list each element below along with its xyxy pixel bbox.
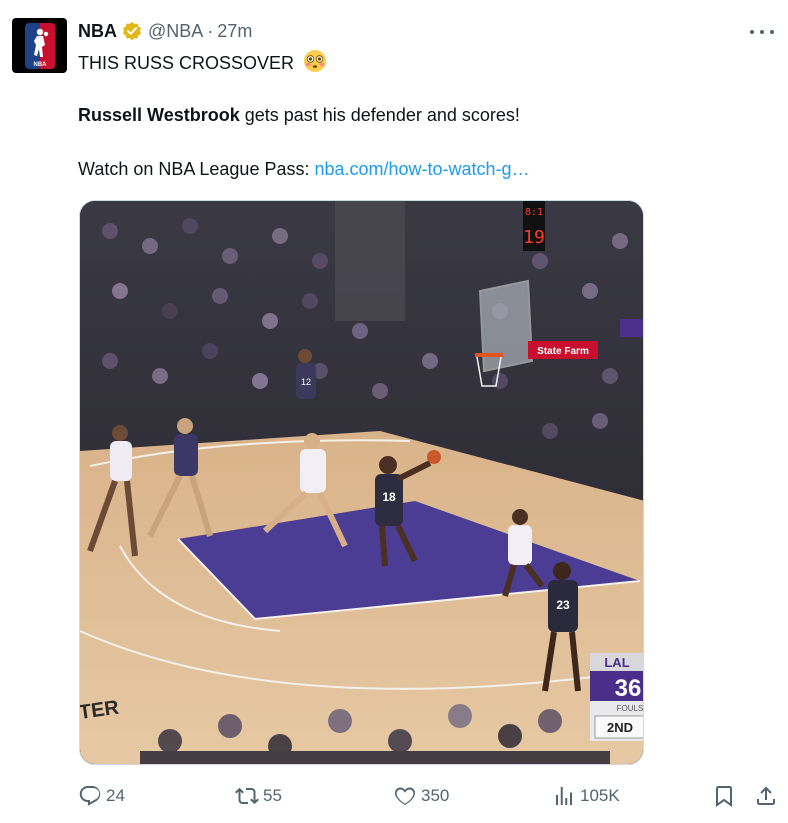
watch-label: Watch on NBA League Pass: [78,159,315,179]
tweet-text-line-1: THIS RUSS CROSSOVER [78,49,758,75]
reply-count: 24 [106,786,125,805]
more-options-icon[interactable] [750,22,774,42]
flushed-face-emoji-icon [304,50,327,72]
views-count: 105K [580,786,620,805]
share-button[interactable] [754,783,782,809]
game-clock: 8:1 [525,207,543,218]
timestamp[interactable]: 27m [217,21,252,42]
retweet-icon [235,787,259,805]
avatar[interactable]: NBA [12,18,67,73]
tweet-sentence: gets past his defender and scores! [239,105,520,125]
jersey-number-12: 12 [301,377,311,387]
separator-dot: · [207,20,214,41]
action-bar: 24 55 350 105K [78,783,778,809]
mention-name: Russell Westbrook [78,105,240,125]
share-icon [757,786,775,805]
sponsor-banner: State Farm [537,346,589,357]
scoreboard-score: 36 [615,675,642,702]
tweet-text-line-3: Watch on NBA League Pass: nba.com/how-to… [78,157,758,181]
basketball-video-frame: TER 8:1 19 State Farm 18 23 12 LAL 36 FO… [80,201,644,764]
like-icon [394,787,416,806]
jersey-number-18: 18 [382,490,396,504]
tweet-text-line-2: Russell Westbrook gets past his defender… [78,103,758,127]
video-media[interactable]: TER 8:1 19 State Farm 18 23 12 LAL 36 FO… [79,200,644,765]
nba-logo-icon: NBA [24,22,55,69]
views-icon [556,787,572,805]
scoreboard-fouls-label: FOULS [617,704,644,713]
tweet[interactable]: NBA NBA @NBA · 27m THIS RUSS CROSSOVER R… [0,0,788,823]
reply-icon [79,786,101,806]
tweet-header: NBA @NBA · 27m [78,19,252,43]
tweet-headline: THIS RUSS CROSSOVER [78,53,295,73]
like-count: 350 [421,786,450,805]
retweet-button[interactable]: 55 [235,783,282,809]
bookmark-icon [716,786,732,807]
shot-clock: 19 [523,227,545,248]
verified-badge-icon[interactable] [122,21,142,41]
svg-text:NBA: NBA [33,62,47,68]
handle[interactable]: @NBA [148,21,203,42]
league-pass-link[interactable]: nba.com/how-to-watch-g… [314,159,529,179]
views-button[interactable]: 105K [552,783,620,809]
reply-button[interactable]: 24 [78,783,125,809]
scoreboard-team: LAL [604,655,629,670]
like-button[interactable]: 350 [393,783,449,809]
scoreboard-period: 2ND [607,720,633,735]
retweet-count: 55 [263,786,282,805]
jersey-number-23: 23 [556,598,570,612]
display-name[interactable]: NBA [78,21,117,42]
bookmark-button[interactable] [712,783,740,809]
